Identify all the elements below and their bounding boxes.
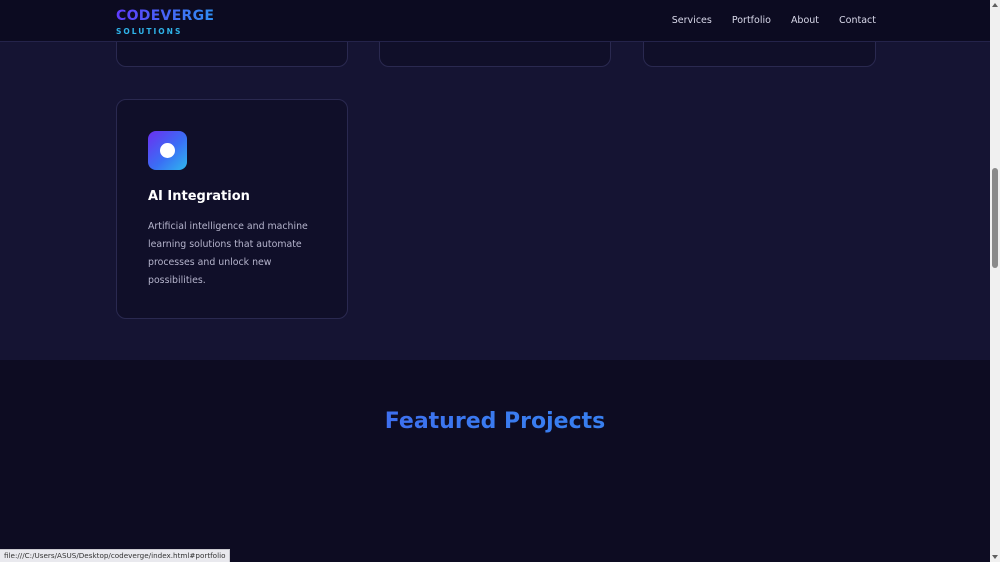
nav-link-about[interactable]: About (791, 14, 819, 28)
scroll-down-arrow-icon[interactable] (992, 555, 998, 559)
brand-logo[interactable]: CODEVERGE SOLUTIONS (116, 8, 214, 36)
service-card-ai-integration: AI Integration Artificial intelligence a… (116, 99, 348, 319)
scroll-thumb[interactable] (992, 168, 998, 268)
card-description: Artificial intelligence and machine lear… (148, 221, 308, 286)
brand-title: CODEVERGE (116, 8, 215, 24)
brand-subtitle: SOLUTIONS (116, 27, 183, 36)
nav-links: Services Portfolio About Contact (672, 14, 876, 28)
section-heading: Featured Projects (0, 408, 990, 436)
scroll-up-arrow-icon[interactable] (992, 3, 998, 7)
nav-link-contact[interactable]: Contact (839, 14, 876, 28)
nav-link-services[interactable]: Services (672, 14, 712, 28)
card-title: AI Integration (148, 189, 250, 204)
ai-dot-icon (148, 131, 187, 170)
status-bar-url: file:///C:/Users/ASUS/Desktop/codeverge/… (0, 549, 231, 562)
nav-link-portfolio[interactable]: Portfolio (732, 14, 771, 28)
projects-section: Featured Projects (0, 360, 990, 562)
dot-shape (160, 143, 175, 158)
vertical-scrollbar[interactable] (990, 0, 1000, 562)
navbar: CODEVERGE SOLUTIONS Services Portfolio A… (0, 0, 990, 42)
services-section: AI Integration Artificial intelligence a… (0, 22, 990, 360)
